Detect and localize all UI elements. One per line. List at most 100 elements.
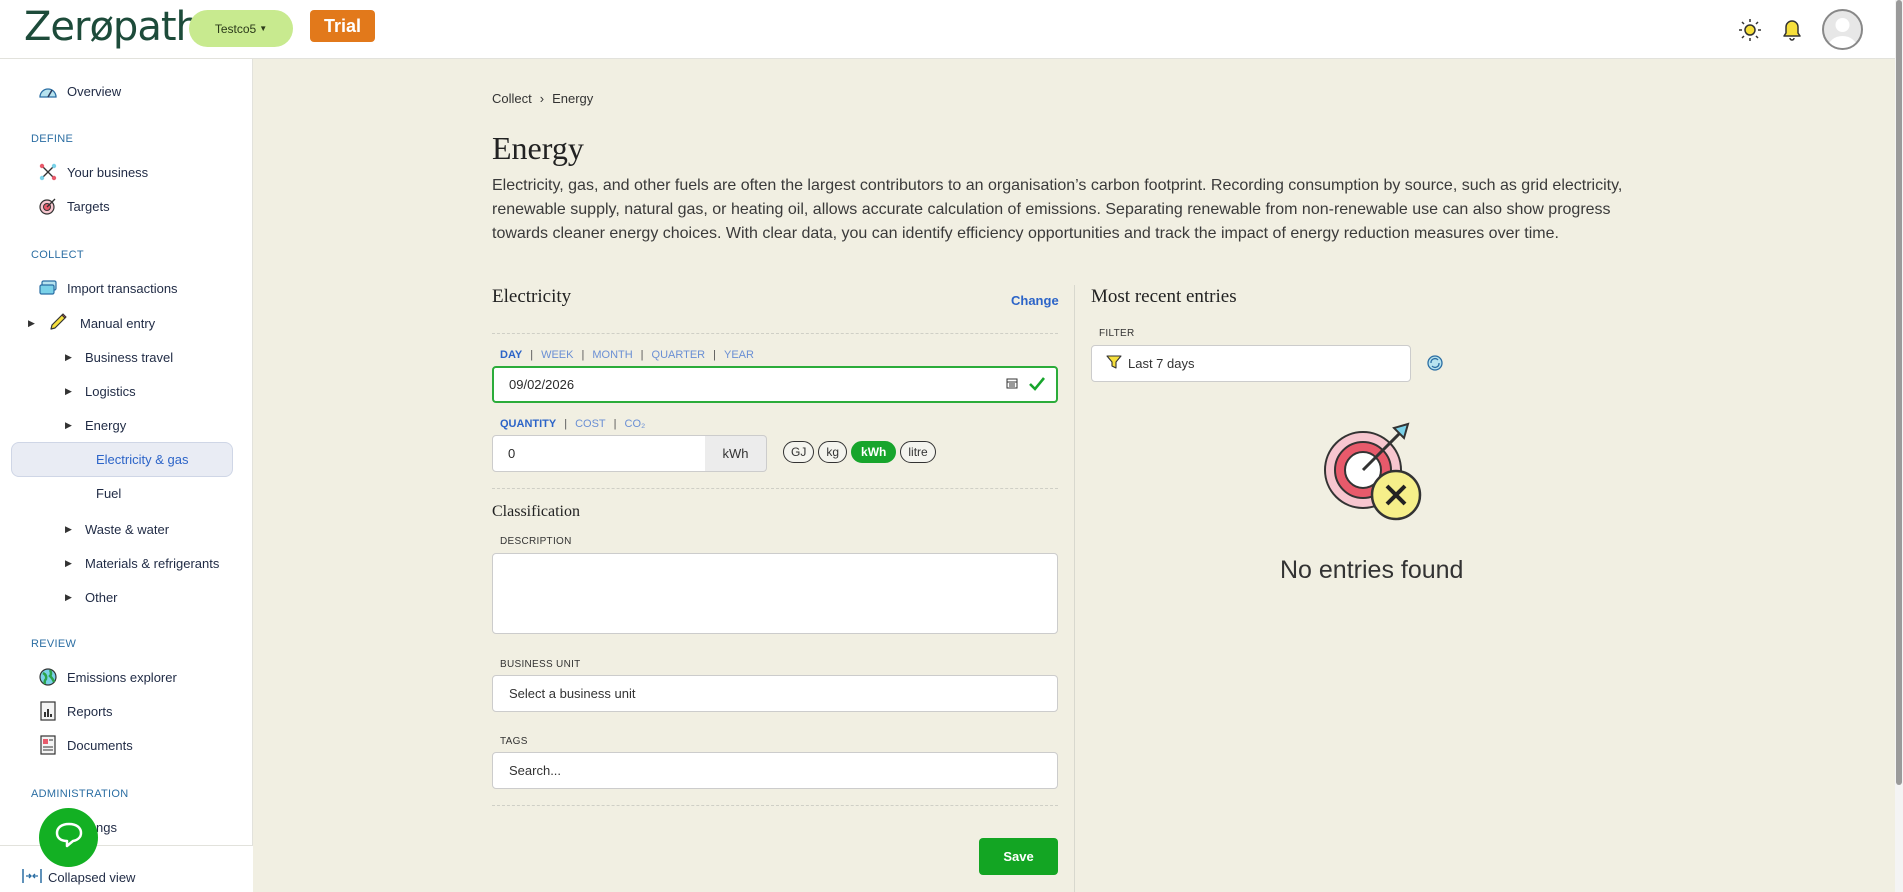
sidebar-item-emissions-explorer[interactable]: Emissions explorer	[38, 666, 177, 688]
tab-cost[interactable]: COST	[575, 418, 606, 430]
description-textarea[interactable]	[492, 553, 1058, 634]
sidebar-item-label: Other	[85, 589, 118, 605]
tags-placeholder: Search...	[509, 763, 562, 778]
sidebar-item-label: Energy	[85, 417, 127, 433]
tab-quantity[interactable]: QUANTITY	[500, 418, 556, 430]
section-heading-collect: COLLECT	[31, 249, 84, 261]
sidebar-item-label: Manual entry	[80, 315, 156, 331]
unit-chip-kwh[interactable]: kWh	[851, 441, 897, 463]
filter-select[interactable]: Last 7 days	[1091, 345, 1411, 382]
sidebar-item-manual-entry[interactable]: ▶ Manual entry	[28, 312, 155, 334]
no-entries-target-icon	[1318, 420, 1428, 535]
classification-title: Classification	[492, 503, 580, 520]
chat-support-button[interactable]	[39, 808, 98, 867]
sidebar-item-materials-refrigerants[interactable]: ▶ Materials & refrigerants	[65, 552, 219, 574]
sidebar-item-import-transactions[interactable]: Import transactions	[38, 277, 178, 299]
scrollbar[interactable]	[1895, 0, 1903, 892]
sidebar-item-label: Targets	[67, 198, 110, 214]
trial-badge[interactable]: Trial	[310, 10, 375, 42]
tab-separator: |	[613, 418, 617, 430]
bell-icon[interactable]	[1780, 18, 1804, 42]
unit-chip-gj[interactable]: GJ	[783, 441, 815, 463]
collapsed-view-toggle[interactable]: Collapsed view	[22, 868, 135, 887]
page-intro: Electricity, gas, and other fuels are of…	[492, 177, 1623, 242]
sidebar-item-label-active[interactable]: Electricity & gas	[96, 452, 188, 467]
gauge-icon	[38, 81, 58, 101]
tab-co2[interactable]: CO₂	[625, 418, 646, 430]
chevron-down-icon: ▼	[259, 24, 268, 33]
quantity-input[interactable]: 0	[492, 435, 706, 472]
sidebar-item-energy[interactable]: ▶ Energy	[65, 414, 126, 436]
sidebar-item-settings[interactable]: ngs	[96, 816, 117, 838]
funnel-icon	[1106, 354, 1122, 373]
save-button[interactable]: Save	[979, 838, 1058, 875]
sidebar-item-your-business[interactable]: Your business	[38, 161, 148, 183]
filter-label: FILTER	[1099, 328, 1135, 339]
section-heading-administration: ADMINISTRATION	[31, 788, 129, 800]
business-unit-label: BUSINESS UNIT	[500, 659, 581, 670]
tab-separator: |	[713, 349, 716, 361]
caret-right-icon: ▶	[65, 351, 72, 362]
caret-right-icon: ▶	[65, 591, 72, 602]
divider	[492, 333, 1058, 334]
user-avatar-icon[interactable]	[1822, 9, 1863, 50]
collapse-icon	[22, 868, 42, 887]
network-icon	[38, 162, 58, 182]
caret-right-icon: ▶	[28, 317, 35, 328]
unit-chip-kg[interactable]: kg	[818, 441, 848, 463]
caret-right-icon: ▶	[65, 523, 72, 534]
date-input[interactable]: 09/02/2026	[492, 366, 1058, 403]
period-tabs: DAY | WEEK | MONTH | QUARTER | YEAR	[500, 349, 754, 361]
sidebar-item-logistics[interactable]: ▶ Logistics	[65, 380, 136, 402]
tab-separator: |	[640, 349, 644, 361]
tab-quarter[interactable]: QUARTER	[652, 349, 706, 361]
report-icon	[38, 701, 58, 721]
sidebar-item-fuel[interactable]: Fuel	[96, 486, 121, 501]
unit-addon: kWh	[705, 435, 767, 472]
breadcrumb-collect[interactable]: Collect	[492, 91, 532, 106]
collapsed-view-label: Collapsed view	[48, 870, 136, 885]
tags-input[interactable]: Search...	[492, 752, 1058, 789]
sidebar-item-other[interactable]: ▶ Other	[65, 586, 118, 608]
top-bar: Zerøpath Testco5 ▼ Trial	[0, 0, 1903, 59]
zeropath-logo[interactable]: Zerøpath	[24, 4, 201, 50]
caret-down-icon: ▶	[65, 419, 72, 430]
section-heading-review: REVIEW	[31, 638, 77, 650]
refresh-icon[interactable]	[1425, 353, 1445, 378]
chat-bubble-icon	[54, 821, 84, 854]
breadcrumb-energy: Energy	[552, 91, 594, 106]
change-link[interactable]: Change	[1011, 293, 1059, 308]
target-icon	[38, 196, 58, 216]
sidebar-item-overview[interactable]: Overview	[38, 80, 121, 102]
sidebar-item-label: Import transactions	[67, 280, 178, 296]
tab-year[interactable]: YEAR	[724, 349, 754, 361]
sidebar-item-label: Business travel	[85, 349, 174, 365]
document-icon	[38, 735, 58, 755]
sidebar-item-label: Reports	[67, 703, 113, 719]
sidebar-item-label: Emissions explorer	[67, 669, 177, 685]
sidebar-item-business-travel[interactable]: ▶ Business travel	[65, 346, 173, 368]
tab-week[interactable]: WEEK	[541, 349, 573, 361]
form-title: Electricity	[492, 286, 572, 307]
breadcrumb: Collect › Energy	[492, 91, 593, 106]
business-unit-select[interactable]: Select a business unit	[492, 675, 1058, 712]
tab-day[interactable]: DAY	[500, 349, 522, 361]
tab-month[interactable]: MONTH	[592, 349, 632, 361]
unit-chip-litre[interactable]: litre	[900, 441, 936, 463]
unit-options: GJ kg kWh litre	[783, 441, 936, 463]
sun-icon[interactable]	[1738, 18, 1762, 42]
filter-value: Last 7 days	[1128, 356, 1195, 371]
stack-icon	[38, 278, 58, 298]
globe-icon	[38, 667, 58, 687]
sidebar-item-waste-water[interactable]: ▶ Waste & water	[65, 518, 169, 540]
sidebar-item-label: ngs	[96, 819, 117, 835]
tab-separator: |	[581, 349, 585, 361]
sidebar-item-reports[interactable]: Reports	[38, 700, 113, 722]
sidebar-item-documents[interactable]: Documents	[38, 734, 133, 756]
scrollbar-thumb[interactable]	[1896, 0, 1902, 785]
section-heading-define: DEFINE	[31, 133, 74, 145]
calendar-icon[interactable]	[1006, 377, 1018, 392]
tab-separator: |	[564, 418, 568, 430]
sidebar-item-targets[interactable]: Targets	[38, 195, 110, 217]
organisation-dropdown[interactable]: Testco5 ▼	[189, 10, 293, 47]
